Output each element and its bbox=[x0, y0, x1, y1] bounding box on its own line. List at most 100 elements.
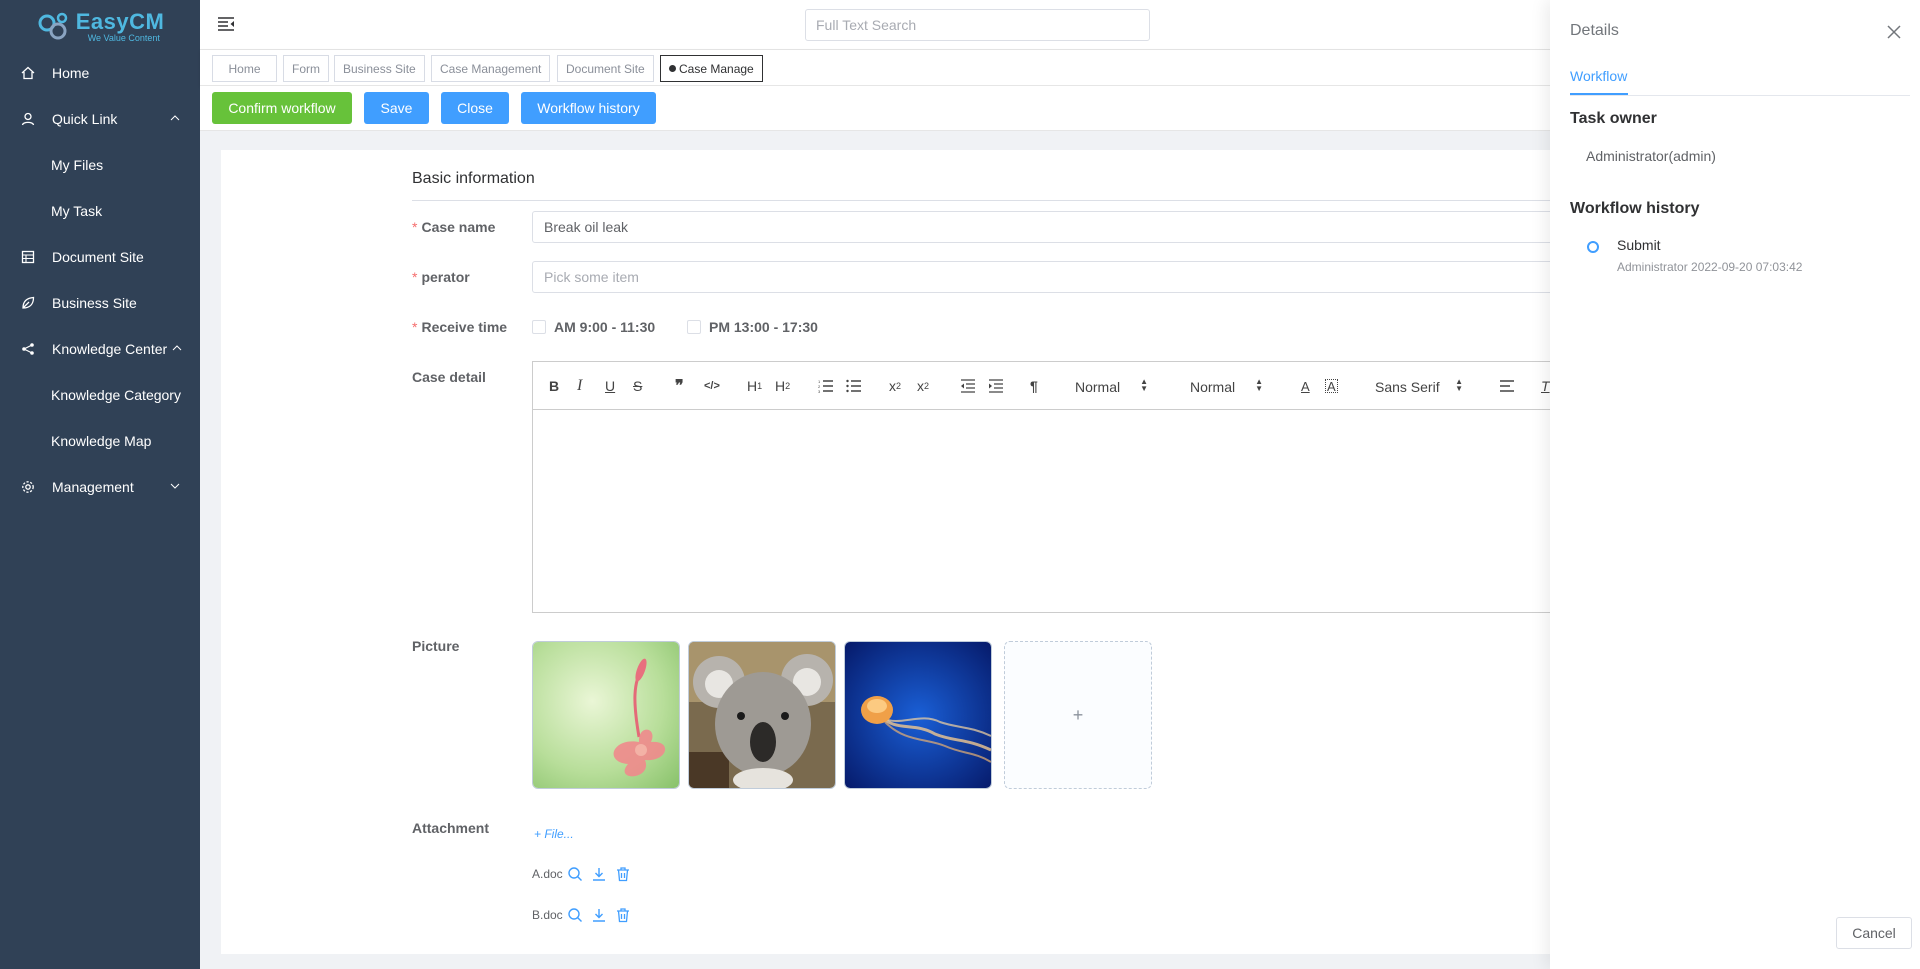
svg-text:3: 3 bbox=[818, 389, 821, 393]
sidebar-item-management[interactable]: Management bbox=[0, 464, 200, 510]
details-drawer: Details Workflow Task owner Administrato… bbox=[1550, 0, 1920, 969]
picture-label: Picture bbox=[412, 638, 459, 654]
sidebar-item-knowledge-center[interactable]: Knowledge Center bbox=[0, 326, 200, 372]
sidebar-item-home[interactable]: Home bbox=[0, 50, 200, 96]
delete-icon[interactable] bbox=[615, 866, 631, 882]
sidebar-item-my-task[interactable]: My Task bbox=[0, 188, 200, 234]
cancel-button[interactable]: Cancel bbox=[1836, 917, 1912, 949]
background-color-icon[interactable]: A bbox=[1325, 379, 1338, 394]
sub-index: 2 bbox=[896, 381, 902, 391]
chevron-down-icon bbox=[170, 483, 180, 489]
tag-home[interactable]: Home bbox=[212, 55, 277, 82]
size-select-value: Normal bbox=[1190, 379, 1236, 395]
sidebar-item-label: My Files bbox=[51, 157, 104, 173]
underline-icon[interactable]: U bbox=[605, 376, 615, 396]
text-direction-icon[interactable]: ¶ bbox=[1030, 376, 1038, 396]
tab-workflow[interactable]: Workflow bbox=[1570, 68, 1627, 84]
logo[interactable]: EasyCM We Value Content bbox=[0, 0, 200, 50]
checkbox-box[interactable] bbox=[687, 320, 701, 334]
picture-jellyfish[interactable] bbox=[844, 641, 992, 789]
pm-checkbox[interactable]: PM 13:00 - 17:30 bbox=[687, 319, 818, 335]
align-icon[interactable] bbox=[1499, 376, 1515, 396]
outdent-icon[interactable] bbox=[960, 376, 976, 396]
bullet-list-icon[interactable] bbox=[846, 376, 862, 396]
tag-form[interactable]: Form bbox=[283, 55, 329, 82]
download-icon[interactable] bbox=[591, 866, 607, 882]
picture-flower[interactable] bbox=[532, 641, 680, 789]
full-text-search-input[interactable] bbox=[805, 9, 1150, 41]
pm-option-label: PM 13:00 - 17:30 bbox=[709, 319, 818, 335]
sidebar-item-knowledge-category[interactable]: Knowledge Category bbox=[0, 372, 200, 418]
preview-icon[interactable] bbox=[567, 907, 583, 923]
logo-icon bbox=[38, 12, 67, 40]
sub-text: x bbox=[889, 378, 896, 394]
clear-format-icon[interactable]: T bbox=[1541, 376, 1550, 396]
chevron-up-icon bbox=[170, 115, 180, 121]
blockquote-icon[interactable]: ❞ bbox=[675, 376, 684, 396]
sidebar-item-label: Home bbox=[52, 65, 90, 81]
code-block-icon[interactable]: </> bbox=[704, 376, 720, 396]
task-owner-heading: Task owner bbox=[1570, 110, 1657, 127]
form-card: Basic information * Case name Break oil l… bbox=[221, 150, 1621, 954]
add-picture-button[interactable]: + bbox=[1004, 641, 1152, 789]
download-icon[interactable] bbox=[591, 907, 607, 923]
workflow-history-heading: Workflow history bbox=[1570, 200, 1700, 217]
header-2-icon[interactable]: H2 bbox=[775, 376, 790, 396]
delete-icon[interactable] bbox=[615, 907, 631, 923]
tag-document-site[interactable]: Document Site bbox=[557, 55, 654, 82]
tag-label: Case Manage bbox=[679, 61, 754, 76]
timeline-dot bbox=[1587, 241, 1599, 253]
flower-image bbox=[533, 642, 679, 788]
label-text: Picture bbox=[412, 638, 460, 654]
confirm-workflow-button[interactable]: Confirm workflow bbox=[212, 92, 352, 124]
tag-case-manage[interactable]: Case Manage bbox=[660, 55, 763, 82]
ordered-list-icon[interactable]: 123 bbox=[818, 376, 834, 396]
plus-icon: + bbox=[1072, 704, 1084, 725]
drawer-title: Details bbox=[1570, 22, 1619, 39]
checkbox-box[interactable] bbox=[532, 320, 546, 334]
attachment-row: B.doc bbox=[532, 907, 631, 923]
close-icon[interactable] bbox=[1886, 24, 1902, 40]
operator-select[interactable]: Pick some item bbox=[532, 261, 1621, 293]
sidebar-item-document-site[interactable]: Document Site bbox=[0, 234, 200, 280]
header-1-icon[interactable]: H1 bbox=[747, 376, 762, 396]
close-button[interactable]: Close bbox=[441, 92, 509, 124]
italic-icon[interactable]: I bbox=[577, 376, 582, 396]
sidebar-item-business-site[interactable]: Business Site bbox=[0, 280, 200, 326]
select-arrows-icon: ▲ ▼ bbox=[1455, 377, 1463, 393]
rich-text-editor: B I U S ❞ </> H1 H2 123 x2 x2 ¶ Normal ▲ ▼ bbox=[532, 361, 1621, 613]
brand-slogan: We Value Content bbox=[87, 33, 160, 43]
sidebar: EasyCM We Value Content Home Quick Link … bbox=[0, 0, 200, 969]
header-select[interactable]: Normal ▲ ▼ bbox=[1063, 376, 1148, 398]
add-file-link[interactable]: + File... bbox=[534, 827, 574, 841]
strike-icon[interactable]: S bbox=[633, 376, 642, 396]
leaf-icon bbox=[20, 295, 36, 311]
jellyfish-image bbox=[845, 642, 991, 788]
save-button[interactable]: Save bbox=[364, 92, 429, 124]
indent-icon[interactable] bbox=[988, 376, 1004, 396]
tag-case-management[interactable]: Case Management bbox=[431, 55, 551, 82]
menu-fold-icon[interactable] bbox=[217, 15, 235, 33]
size-select[interactable]: Normal ▲ ▼ bbox=[1178, 376, 1263, 398]
subscript-icon[interactable]: x2 bbox=[889, 376, 901, 396]
preview-icon[interactable] bbox=[567, 866, 583, 882]
bold-icon[interactable]: B bbox=[549, 376, 559, 396]
font-select[interactable]: Sans Serif ▲ ▼ bbox=[1363, 376, 1463, 398]
am-checkbox[interactable]: AM 9:00 - 11:30 bbox=[532, 319, 655, 335]
text-color-icon[interactable]: A bbox=[1301, 376, 1310, 396]
workflow-history-button[interactable]: Workflow history bbox=[521, 92, 656, 124]
editor-toolbar: B I U S ❞ </> H1 H2 123 x2 x2 ¶ Normal ▲ ▼ bbox=[533, 362, 1620, 410]
superscript-icon[interactable]: x2 bbox=[917, 376, 929, 396]
tag-label: Document Site bbox=[566, 61, 645, 76]
tag-label: Case Management bbox=[440, 61, 542, 76]
editor-content[interactable] bbox=[533, 410, 1620, 613]
picture-koala[interactable] bbox=[688, 641, 836, 789]
sidebar-item-knowledge-map[interactable]: Knowledge Map bbox=[0, 418, 200, 464]
tag-business-site[interactable]: Business Site bbox=[334, 55, 425, 82]
font-select-value: Sans Serif bbox=[1375, 379, 1440, 395]
case-name-input[interactable]: Break oil leak bbox=[532, 211, 1621, 243]
required-mark: * bbox=[412, 219, 418, 235]
sidebar-item-quick-link[interactable]: Quick Link bbox=[0, 96, 200, 142]
label-text: perator bbox=[421, 269, 470, 285]
sidebar-item-my-files[interactable]: My Files bbox=[0, 142, 200, 188]
